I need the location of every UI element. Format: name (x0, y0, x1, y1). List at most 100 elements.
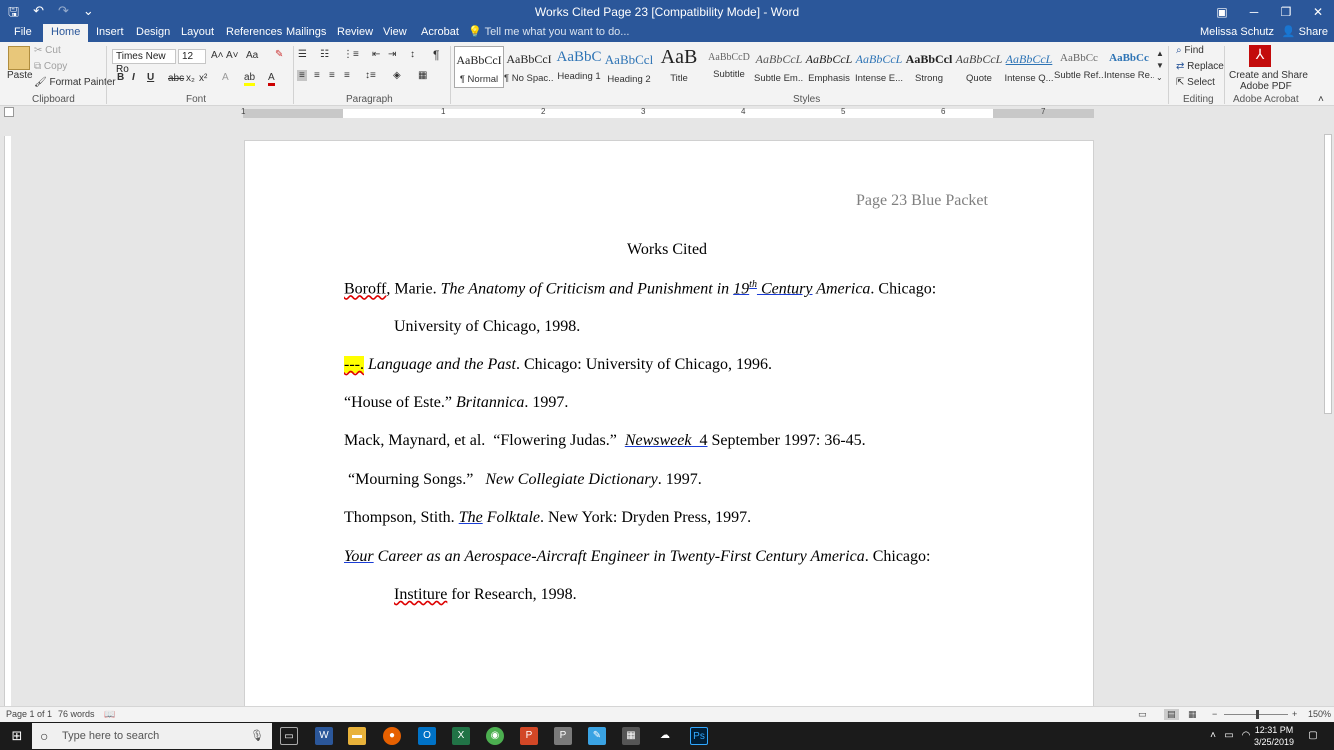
citation-your-career-continued[interactable]: Institure for Research, 1998. (394, 586, 577, 604)
share-button[interactable]: 👤 Share (1282, 24, 1328, 41)
subscript-icon[interactable]: x₂ (186, 73, 195, 84)
zoom-level[interactable]: 150% (1308, 709, 1331, 719)
document-page[interactable] (244, 140, 1094, 710)
cut-button[interactable]: ✂ Cut (34, 45, 61, 56)
style-strong[interactable]: AaBbCcl Strong (904, 46, 954, 88)
align-right-icon[interactable]: ≡ (329, 70, 335, 81)
underline-icon[interactable]: U (147, 72, 154, 83)
citation-house-of-este[interactable]: “House of Este.” Britannica. 1997. (344, 394, 568, 412)
page-count[interactable]: Page 1 of 1 (6, 709, 52, 719)
tab-design[interactable]: Design (128, 24, 178, 42)
create-pdf-button[interactable]: Create and Share (1229, 70, 1308, 81)
works-cited-title[interactable]: Works Cited (627, 241, 707, 259)
line-spacing-icon[interactable]: ↕≡ (365, 70, 376, 81)
format-painter-button[interactable]: 🖌 Format Painter (34, 77, 116, 88)
tab-selector-icon[interactable] (4, 107, 14, 117)
change-case-icon[interactable]: Aa (246, 50, 258, 61)
style-emphasis[interactable]: AaBbCcL Emphasis (804, 46, 854, 88)
powerpoint-icon[interactable]: P (520, 727, 538, 745)
align-center-icon[interactable]: ≡ (314, 70, 320, 81)
chrome-icon[interactable]: ◉ (486, 727, 504, 745)
style-no-spacing[interactable]: AaBbCcI ¶ No Spac... (504, 46, 554, 88)
style-subtitle[interactable]: AaBbCcD Subtitle (704, 46, 754, 88)
style-heading-1[interactable]: AaBbC Heading 1 (554, 46, 604, 88)
word-count[interactable]: 76 words (58, 709, 95, 719)
wifi-icon[interactable]: ◠ (1237, 727, 1255, 745)
tab-home[interactable]: Home (43, 24, 89, 42)
photoshop-icon[interactable]: Ps (690, 727, 708, 745)
citation-thompson[interactable]: Thompson, Stith. The Folktale. New York:… (344, 509, 751, 527)
paste-button[interactable]: Paste (7, 70, 33, 81)
style-heading-2[interactable]: AaBbCcl Heading 2 (604, 46, 654, 88)
tab-mailings[interactable]: Mailings (278, 24, 334, 42)
italic-icon[interactable]: I (132, 72, 135, 83)
select-button[interactable]: ⇱ Select (1176, 77, 1215, 88)
increase-indent-icon[interactable]: ⇥ (388, 49, 396, 60)
publisher-icon[interactable]: P (554, 727, 572, 745)
numbering-icon[interactable]: ☷ (320, 49, 329, 60)
highlight-color-icon[interactable]: ab (244, 72, 256, 86)
proofing-icon[interactable]: 📖 (104, 709, 115, 720)
tell-me-box[interactable]: 💡 Tell me what you want to do... (468, 24, 629, 41)
zoom-slider-thumb[interactable] (1256, 710, 1259, 719)
sort-icon[interactable]: ↕ (410, 49, 415, 60)
sticky-app-icon[interactable]: ✎ (588, 727, 606, 745)
tab-insert[interactable]: Insert (88, 24, 132, 42)
show-marks-icon[interactable]: ¶ (433, 48, 439, 62)
style-quote[interactable]: AaBbCcL Quote (954, 46, 1004, 88)
font-size-box[interactable]: 12 (178, 49, 206, 64)
citation-mack[interactable]: Mack, Maynard, et al. “Flowering Judas.”… (344, 432, 866, 450)
taskbar-search-box[interactable]: ○ Type here to search 🎙 (32, 723, 272, 749)
collapse-ribbon-icon[interactable]: ˄ (1318, 94, 1324, 105)
style-intense-quote[interactable]: AaBbCcL Intense Q... (1004, 46, 1054, 88)
calculator-icon[interactable]: ▦ (622, 727, 640, 745)
tab-review[interactable]: Review (329, 24, 381, 42)
ribbon-display-options-icon[interactable]: ▣ (1206, 0, 1238, 24)
vertical-ruler[interactable] (4, 136, 11, 706)
firefox-icon[interactable]: ● (383, 727, 401, 745)
file-explorer-icon[interactable]: ▬ (348, 727, 366, 745)
web-layout-icon[interactable]: ▦ (1188, 709, 1197, 720)
style-subtle-emphasis[interactable]: AaBbCcL Subtle Em... (754, 46, 804, 88)
strikethrough-icon[interactable]: abc (168, 73, 184, 84)
page-header[interactable]: Page 23 Blue Packet (856, 192, 988, 210)
style-title[interactable]: AaB Title (654, 46, 704, 88)
taskbar-clock[interactable]: 12:31 PM 3/25/2019 (1254, 724, 1294, 748)
replace-button[interactable]: ⇄ Replace (1176, 61, 1224, 72)
word-app-icon[interactable]: W (315, 727, 333, 745)
horizontal-ruler[interactable]: 1 1 2 3 4 5 6 7 (0, 106, 1334, 120)
scrollbar-thumb[interactable] (1324, 134, 1332, 414)
battery-icon[interactable]: ▭ (1220, 727, 1238, 745)
style-intense-emphasis[interactable]: AaBbCcL Intense E... (854, 46, 904, 88)
outlook-icon[interactable]: O (418, 727, 436, 745)
citation-boroff-continued[interactable]: University of Chicago, 1998. (394, 318, 580, 336)
styles-scroll-icon[interactable]: ▲ ▼ ⌄ (1156, 48, 1164, 84)
justify-icon[interactable]: ≡ (344, 70, 350, 81)
tab-layout[interactable]: Layout (173, 24, 222, 42)
citation-boroff[interactable]: Boroff, Marie. The Anatomy of Criticism … (344, 279, 936, 298)
grow-font-icon[interactable]: A˄ (211, 50, 224, 61)
task-view-icon[interactable]: ▭ (280, 727, 298, 745)
clear-formatting-icon[interactable]: ✎ (275, 49, 283, 60)
bold-icon[interactable]: B (117, 72, 124, 83)
superscript-icon[interactable]: x² (199, 73, 207, 84)
restore-button[interactable]: ❐ (1270, 0, 1302, 24)
read-mode-icon[interactable]: ▭ (1138, 709, 1147, 720)
print-layout-icon[interactable]: ▤ (1164, 709, 1179, 720)
minimize-button[interactable]: ─ (1238, 0, 1270, 24)
windows-start-icon[interactable]: ⊞ (8, 727, 26, 745)
font-name-box[interactable]: Times New Ro (112, 49, 176, 75)
decrease-indent-icon[interactable]: ⇤ (372, 49, 380, 60)
adobe-pdf-label[interactable]: Adobe PDF (1240, 81, 1292, 92)
citation-your-career[interactable]: Your Career as an Aerospace-Aircraft Eng… (344, 548, 930, 566)
citation-mourning-songs[interactable]: “Mourning Songs.” New Collegiate Diction… (344, 471, 702, 489)
vertical-scrollbar[interactable] (1322, 120, 1334, 706)
adobe-pdf-icon[interactable]: ⅄ (1249, 45, 1271, 67)
style-intense-reference[interactable]: AaBbCc Intense Re... (1104, 46, 1154, 88)
weather-app-icon[interactable]: ☁ (656, 727, 674, 745)
find-button[interactable]: ⌕ Find (1176, 45, 1204, 56)
bullets-icon[interactable]: ☰ (298, 49, 307, 60)
close-button[interactable]: ✕ (1302, 0, 1334, 24)
excel-icon[interactable]: X (452, 727, 470, 745)
citation-language-past[interactable]: ---. Language and the Past. Chicago: Uni… (344, 356, 772, 374)
